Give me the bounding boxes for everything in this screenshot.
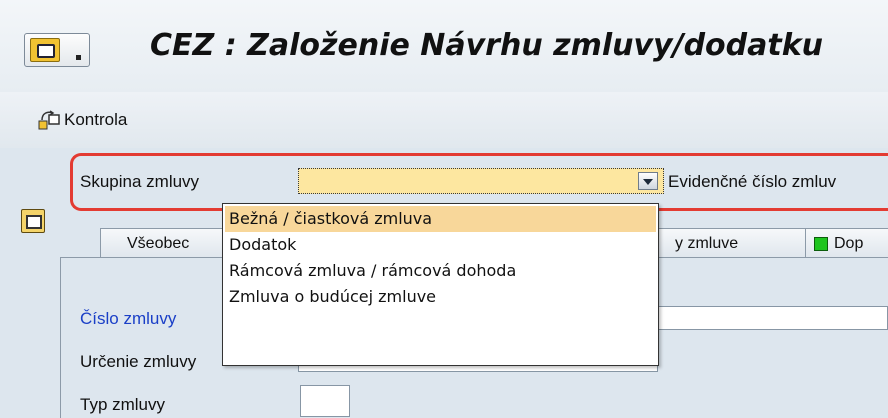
tab-contract-info[interactable]: y zmluve [656, 228, 806, 258]
contract-type-field[interactable] [300, 385, 350, 417]
dropdown-option[interactable]: Zmluva o budúcej zmluve [225, 284, 656, 310]
tab-additional[interactable]: Dop [805, 228, 888, 258]
contract-number-label: Číslo zmluvy [80, 309, 177, 328]
contract-purpose-label: Určenie zmluvy [80, 352, 197, 371]
tab-additional-label: Dop [834, 234, 864, 252]
check-button[interactable]: Kontrola [38, 108, 127, 132]
contract-type-label: Typ zmluvy [80, 395, 166, 414]
check-button-label: Kontrola [64, 110, 128, 129]
status-green-icon [814, 236, 828, 251]
contract-group-label: Skupina zmluvy [80, 172, 200, 191]
dropdown-option[interactable]: Dodatok [225, 232, 656, 258]
system-menu-button[interactable] [24, 33, 90, 67]
collapse-header-icon[interactable] [21, 209, 45, 233]
dropdown-option[interactable]: Rámcová zmluva / rámcová dohoda [225, 258, 656, 284]
dropdown-arrow-icon[interactable] [638, 172, 658, 190]
chevron-down-icon [76, 55, 81, 60]
dropdown-option[interactable]: Bežná / čiastková zmluva [225, 206, 656, 232]
evidence-number-label: Evidenčné číslo zmluv [668, 172, 837, 191]
check-icon [38, 110, 60, 130]
page-title: CEZ : Založenie Návrhu zmluvy/dodatku [150, 28, 824, 63]
contract-group-combobox[interactable] [298, 168, 664, 194]
application-toolbar: Kontrola [0, 92, 888, 148]
menu-icon [30, 38, 60, 62]
title-bar: CEZ : Založenie Návrhu zmluvy/dodatku [0, 0, 888, 92]
contract-group-dropdown-list: Bežná / čiastková zmluva Dodatok Rámcová… [222, 203, 659, 366]
